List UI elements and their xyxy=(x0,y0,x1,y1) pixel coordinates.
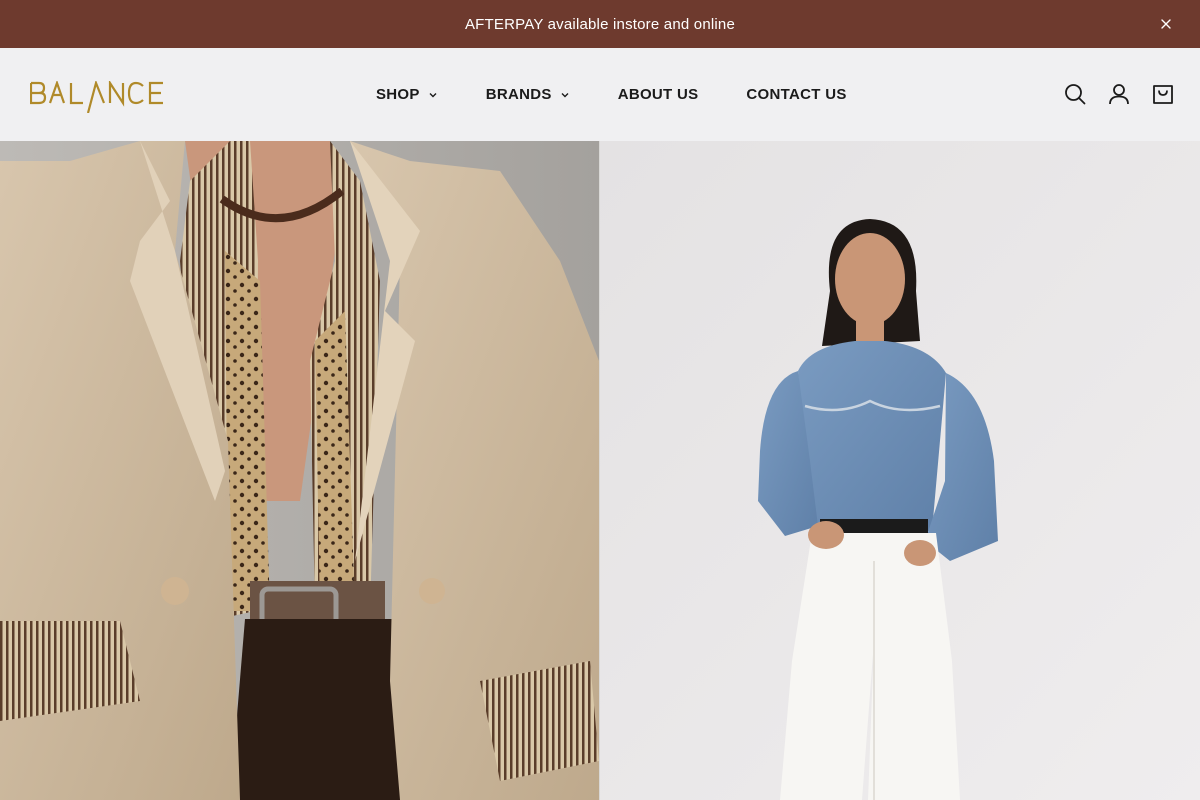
hero-banner xyxy=(0,141,1200,800)
announcement-text: AFTERPAY available instore and online xyxy=(464,15,736,33)
nav-shop-label: SHOP xyxy=(376,86,420,103)
hero-image-right[interactable] xyxy=(600,141,1200,800)
nav-contact-us-label: CONTACT US xyxy=(746,86,847,103)
hero-image-left[interactable] xyxy=(0,141,599,800)
nav-shop[interactable]: SHOP xyxy=(376,86,438,103)
account-icon[interactable] xyxy=(1108,83,1130,105)
site-header: SHOP BRANDS ABOUT US CONTACT US xyxy=(0,48,1200,141)
announcement-bar: AFTERPAY available instore and online xyxy=(0,0,1200,48)
model-denim-illustration xyxy=(600,141,1200,800)
search-icon[interactable] xyxy=(1064,83,1086,105)
logo[interactable] xyxy=(29,79,166,114)
header-icons xyxy=(1042,83,1174,105)
nav-about-us[interactable]: ABOUT US xyxy=(618,86,699,103)
nav-brands[interactable]: BRANDS xyxy=(486,86,570,103)
logo-wordmark xyxy=(29,79,163,114)
cart-icon[interactable] xyxy=(1152,83,1174,105)
main-nav: SHOP BRANDS ABOUT US CONTACT US xyxy=(376,48,847,141)
chevron-down-icon xyxy=(560,90,570,100)
chevron-down-icon xyxy=(428,90,438,100)
nav-contact-us[interactable]: CONTACT US xyxy=(746,86,846,103)
close-icon[interactable] xyxy=(1158,16,1174,32)
model-coat-illustration xyxy=(0,141,599,800)
nav-about-us-label: ABOUT US xyxy=(617,86,699,103)
nav-brands-label: BRANDS xyxy=(485,86,552,103)
